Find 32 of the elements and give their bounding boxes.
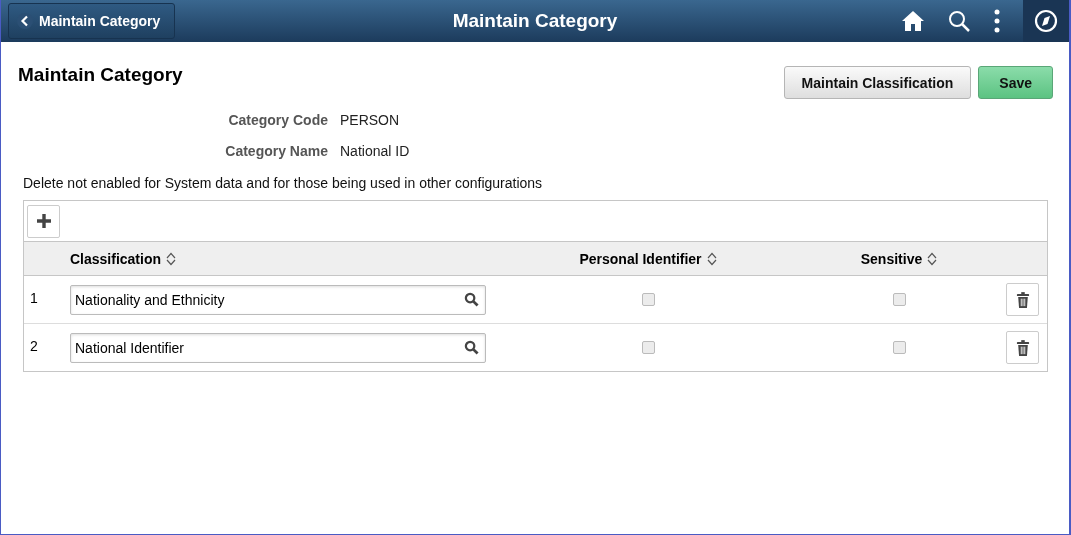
trash-icon (1015, 339, 1030, 356)
more-menu-icon[interactable] (993, 9, 1001, 33)
sort-icon[interactable] (166, 251, 177, 266)
page-title: Maintain Category (18, 64, 183, 86)
delete-button[interactable] (1006, 283, 1039, 316)
info-text: Delete not enabled for System data and for those being used in other configurations (23, 175, 544, 191)
field-label: Category Code (227, 112, 328, 128)
field-value: PERSON (340, 112, 400, 128)
field-value: National ID (340, 143, 410, 159)
row-number: 2 (29, 337, 39, 354)
add-row-button[interactable] (27, 204, 60, 238)
sort-icon[interactable] (927, 251, 938, 266)
row-number: 1 (29, 289, 39, 306)
search-icon[interactable] (464, 340, 479, 355)
column-header[interactable]: Personal Identifier (579, 250, 702, 267)
page-header-title: Maintain Category (452, 10, 618, 32)
search-icon[interactable] (947, 9, 971, 33)
field-label: Category Name (224, 143, 328, 159)
trash-icon (1015, 291, 1030, 308)
classification-field[interactable]: National Identifier (70, 332, 486, 363)
delete-button[interactable] (1006, 331, 1039, 364)
search-icon[interactable] (464, 292, 479, 307)
back-button[interactable]: Maintain Category (8, 3, 175, 39)
plus-icon (35, 213, 52, 229)
compass-icon[interactable] (1034, 9, 1058, 33)
save-button[interactable]: Save (978, 66, 1053, 99)
column-header[interactable]: Sensitive (860, 250, 923, 267)
sort-icon[interactable] (706, 251, 717, 266)
column-header[interactable]: Classification (70, 250, 162, 267)
classification-field[interactable]: Nationality and Ethnicity (70, 284, 486, 315)
maintain-button[interactable]: Maintain Classification (783, 66, 972, 99)
home-icon[interactable] (901, 9, 925, 33)
